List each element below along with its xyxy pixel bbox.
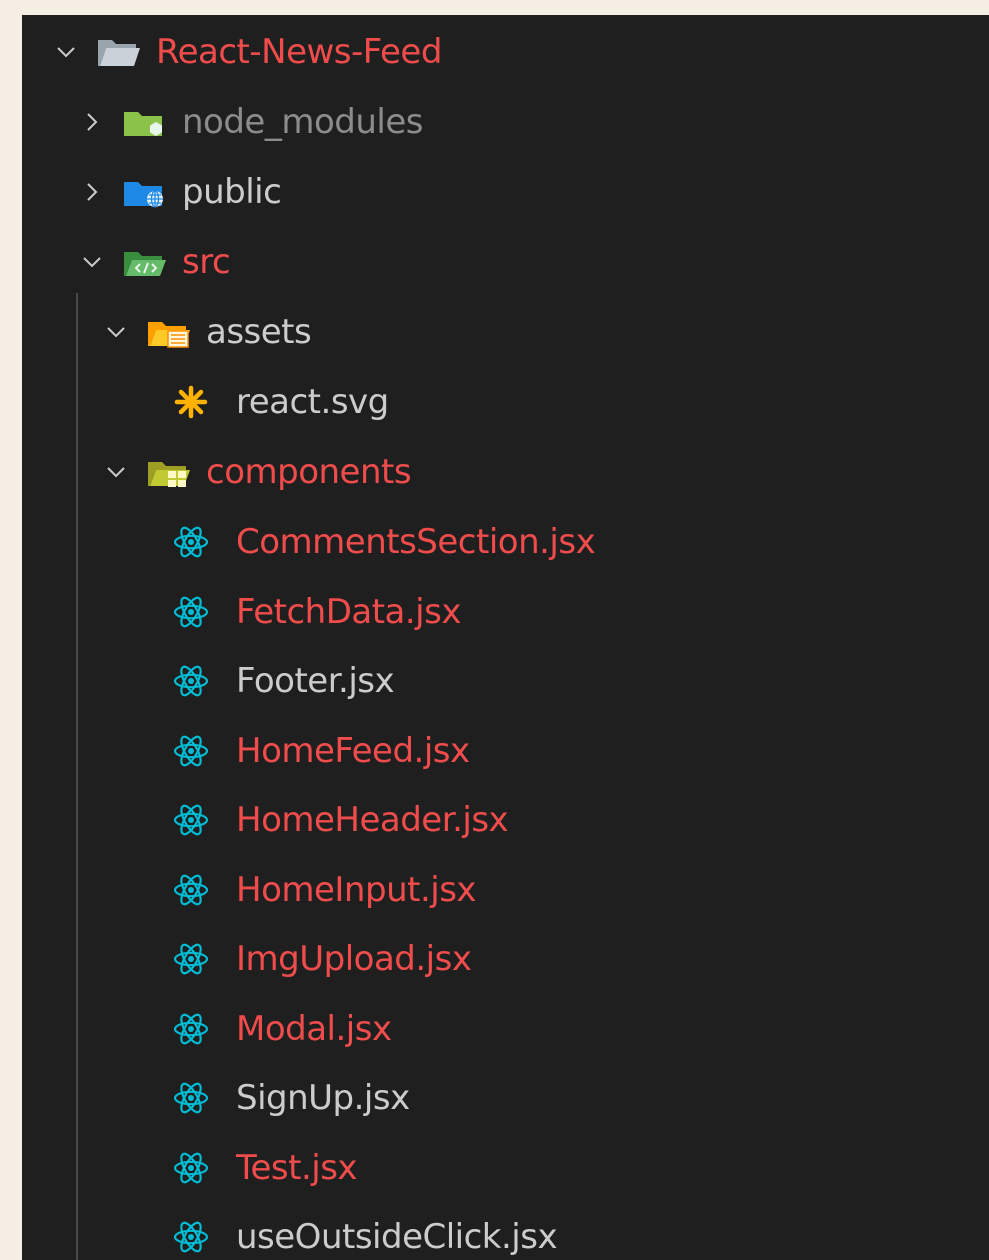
- tree-item-label: HomeInput.jsx: [236, 869, 477, 910]
- tree-item-label: Modal.jsx: [236, 1008, 392, 1049]
- tree-item-label: FetchData.jsx: [236, 591, 461, 632]
- tree-item-label: components: [206, 452, 412, 492]
- tree-item-file[interactable]: HomeHeader.jsx: [22, 785, 989, 855]
- tree-item-label: HomeHeader.jsx: [236, 800, 509, 840]
- components-folder-icon: [146, 454, 192, 490]
- tree-item-label: public: [182, 172, 282, 212]
- tree-item-label: react.svg: [236, 382, 389, 422]
- tree-item-label: node_modules: [182, 102, 423, 142]
- tree-item-root[interactable]: React-News-Feed: [22, 17, 989, 87]
- tree-item-react-svg[interactable]: react.svg: [22, 367, 989, 437]
- tree-item-label: HomeFeed.jsx: [236, 730, 470, 771]
- tree-item-label: src: [182, 242, 231, 282]
- tree-item-node-modules[interactable]: node_modules: [22, 87, 989, 157]
- folder-open-icon: [96, 34, 142, 70]
- chevron-right-icon[interactable]: [80, 180, 104, 204]
- tree-item-public[interactable]: public: [22, 157, 989, 227]
- tree-item-label: React-News-Feed: [156, 32, 442, 72]
- chevron-down-icon[interactable]: [104, 460, 128, 484]
- tree-item-file[interactable]: useOutsideClick.jsx: [22, 1202, 989, 1260]
- src-folder-icon: [122, 244, 168, 280]
- tree-item-label: ImgUpload.jsx: [236, 939, 472, 979]
- node-folder-icon: [122, 104, 168, 140]
- tree-item-components[interactable]: components: [22, 437, 989, 507]
- react-icon: [172, 1011, 210, 1047]
- react-icon: [172, 733, 210, 769]
- chevron-right-icon[interactable]: [80, 110, 104, 134]
- public-folder-icon: [122, 174, 168, 210]
- react-icon: [172, 872, 210, 908]
- tree-item-file[interactable]: Modal.jsx: [22, 994, 989, 1064]
- tree-item-label: assets: [206, 312, 312, 352]
- tree-item-file[interactable]: Footer.jsx: [22, 646, 989, 716]
- chevron-down-icon[interactable]: [104, 320, 128, 344]
- tree-item-label: Test.jsx: [236, 1147, 358, 1188]
- assets-folder-icon: [146, 314, 192, 350]
- react-icon: [172, 1219, 210, 1255]
- react-icon: [172, 663, 210, 699]
- react-icon: [172, 1080, 210, 1116]
- svg-file-icon: [172, 384, 210, 420]
- tree-item-file[interactable]: HomeFeed.jsx: [22, 716, 989, 786]
- react-icon: [172, 594, 210, 630]
- tree-item-src[interactable]: src: [22, 227, 989, 297]
- tree-item-file[interactable]: HomeInput.jsx: [22, 855, 989, 925]
- tree-item-assets[interactable]: assets: [22, 297, 989, 367]
- react-icon: [172, 1150, 210, 1186]
- react-icon: [172, 524, 210, 560]
- tree-item-label: CommentsSection.jsx: [236, 522, 596, 562]
- tree-item-label: SignUp.jsx: [236, 1078, 410, 1118]
- react-icon: [172, 941, 210, 977]
- tree-item-file[interactable]: SignUp.jsx: [22, 1063, 989, 1133]
- tree-item-file[interactable]: Test.jsx: [22, 1133, 989, 1203]
- tree-item-label: Footer.jsx: [236, 661, 395, 701]
- tree-item-file[interactable]: FetchData.jsx: [22, 577, 989, 647]
- explorer-panel: React-News-Feed node_modules public src …: [22, 15, 989, 1260]
- tree-item-file[interactable]: ImgUpload.jsx: [22, 924, 989, 994]
- tree-item-label: useOutsideClick.jsx: [236, 1217, 558, 1257]
- chevron-down-icon[interactable]: [54, 40, 78, 64]
- chevron-down-icon[interactable]: [80, 250, 104, 274]
- react-icon: [172, 802, 210, 838]
- tree-item-file[interactable]: CommentsSection.jsx: [22, 507, 989, 577]
